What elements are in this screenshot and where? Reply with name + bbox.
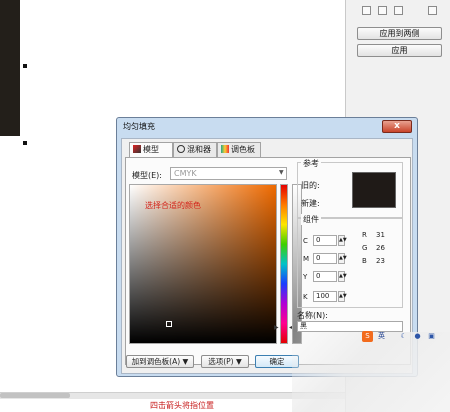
moon-icon[interactable]: ☾ — [398, 331, 409, 342]
options-button[interactable]: 选项(P) ▼ — [201, 355, 249, 368]
picker-hint: 选择合适的颜色 — [145, 201, 201, 210]
tab-mixer[interactable]: 混和器 — [173, 142, 217, 157]
green-value: 26 — [376, 244, 385, 252]
reference-title: 参考 — [301, 158, 321, 169]
old-color-label: 旧的: — [301, 181, 320, 190]
tab-model[interactable]: 模型 — [129, 142, 173, 158]
mic-icon[interactable]: ● — [412, 331, 423, 342]
selection-handle[interactable] — [23, 64, 27, 68]
tab-palette[interactable]: 调色板 — [217, 142, 261, 157]
name-label: 名称(N): — [297, 311, 328, 320]
model-select[interactable]: CMYK — [170, 167, 287, 180]
cyan-stepper[interactable]: ▲▼ — [338, 235, 347, 246]
add-to-palette-button[interactable]: 加到调色板(A) ▼ — [126, 355, 194, 368]
hue-arrow-icon[interactable]: ▶ — [274, 324, 279, 331]
magenta-stepper[interactable]: ▲▼ — [338, 253, 347, 264]
close-icon: x — [394, 121, 400, 131]
apply-button[interactable]: 应用 — [357, 44, 442, 57]
blue-label: B — [362, 257, 367, 265]
checkbox[interactable] — [428, 6, 437, 15]
checkbox[interactable] — [378, 6, 387, 15]
yellow-field[interactable]: 0 — [313, 271, 337, 282]
input-method-icon[interactable]: S — [362, 331, 373, 342]
yellow-label: Y — [303, 273, 308, 281]
apply-to-both-button[interactable]: 应用到两侧 — [357, 27, 442, 40]
magenta-field[interactable]: 0 — [313, 253, 337, 264]
cyan-label: C — [303, 237, 308, 245]
yellow-stepper[interactable]: ▲▼ — [338, 271, 347, 282]
status-caption: 四击箭头将指位置 — [150, 401, 214, 410]
fade-overlay — [292, 332, 450, 412]
selected-dark-shape[interactable] — [0, 0, 20, 136]
model-icon — [133, 145, 141, 153]
mixer-icon — [177, 145, 185, 153]
chevron-down-icon[interactable]: ▼ — [279, 169, 284, 176]
checkbox[interactable] — [362, 6, 371, 15]
scrollbar-thumb[interactable] — [0, 393, 70, 398]
new-color-label: 新建: — [301, 199, 320, 208]
cyan-field[interactable]: 0 — [313, 235, 337, 246]
palette-icon — [221, 145, 229, 153]
keyboard-icon[interactable]: ▣ — [426, 331, 437, 342]
red-value: 31 — [376, 231, 385, 239]
picker-marker[interactable] — [166, 321, 172, 327]
color-swatch — [352, 172, 396, 208]
black-stepper[interactable]: ▲▼ — [338, 291, 347, 302]
selection-handle[interactable] — [23, 141, 27, 145]
green-label: G — [362, 244, 368, 252]
dialog-title: 均匀填充 — [123, 122, 155, 131]
components-title: 组件 — [301, 214, 321, 225]
model-label: 模型(E): — [132, 171, 162, 180]
blue-value: 23 — [376, 257, 385, 265]
black-label: K — [303, 293, 308, 301]
hue-slider[interactable] — [280, 184, 288, 344]
red-label: R — [362, 231, 367, 239]
black-field[interactable]: 100 — [313, 291, 337, 302]
language-icon[interactable]: 英 — [376, 331, 387, 342]
name-field[interactable]: 黑 — [297, 321, 403, 332]
magenta-label: M — [303, 255, 310, 263]
close-button[interactable]: x — [382, 120, 412, 133]
checkbox[interactable] — [394, 6, 403, 15]
